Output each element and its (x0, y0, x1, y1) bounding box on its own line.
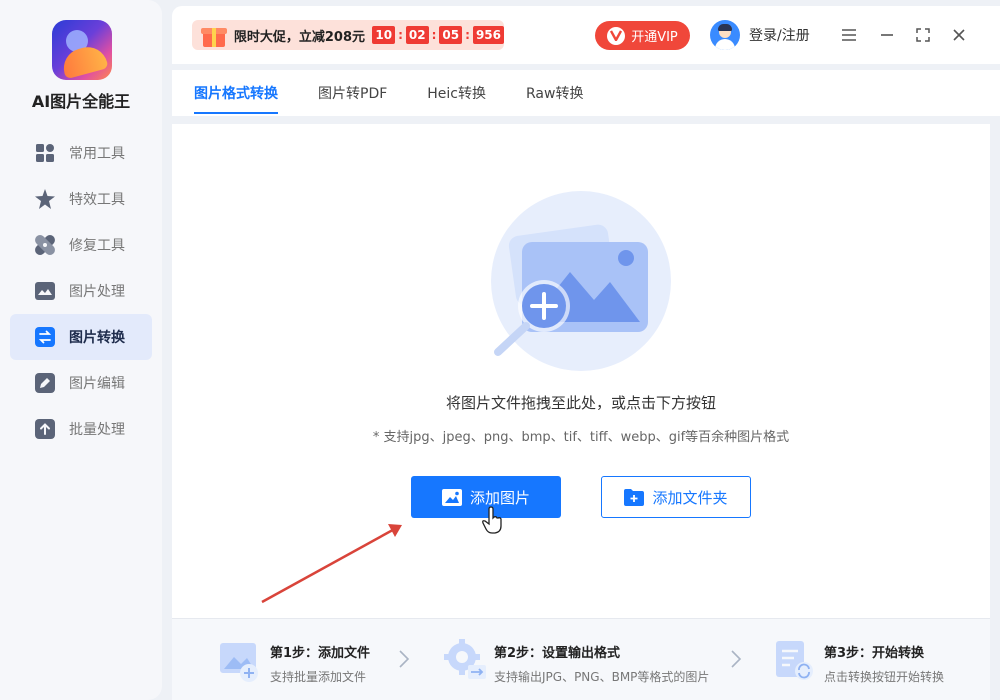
minimize-icon[interactable] (878, 26, 896, 44)
step-desc: 点击转换按钮开始转换 (824, 670, 945, 684)
step-desc: 支持输出JPG、PNG、BMP等格式的图片 (494, 670, 710, 684)
step-2: 第2步：设置输出格式 支持输出JPG、PNG、BMP等格式的图片 (442, 637, 709, 685)
tab-raw-convert[interactable]: Raw转换 (526, 70, 583, 116)
menu-icon[interactable] (840, 26, 858, 44)
gear-icon (444, 639, 486, 679)
tab-bar: 图片格式转换 图片转PDF Heic转换 Raw转换 (172, 70, 1000, 116)
supported-formats: * 支持jpg、jpeg、png、bmp、tif、tiff、webp、gif等百… (372, 430, 790, 445)
hand-cursor-icon (482, 506, 502, 534)
timer-minutes: 02 (405, 26, 429, 44)
top-bar: 限时大促，立减208元 10 : 02 : 05 : 956 开通VIP 登录/… (172, 6, 1000, 64)
drop-zone[interactable]: 将图片文件拖拽至此处，或点击下方按钮 * 支持jpg、jpeg、png、bmp、… (172, 124, 990, 618)
step-desc: 支持批量添加文件 (270, 670, 367, 684)
grid-icon (34, 142, 56, 164)
step-3: 第3步：开始转换 点击转换按钮开始转换 (772, 637, 944, 685)
chevron-right-icon (399, 650, 410, 668)
drop-instruction: 将图片文件拖拽至此处，或点击下方按钮 (445, 394, 716, 412)
step-title: 第3步：开始转换 (824, 646, 925, 661)
maximize-icon[interactable] (914, 26, 932, 44)
sidebar-item-image-processing[interactable]: 图片处理 (10, 268, 152, 314)
tab-format-convert[interactable]: 图片格式转换 (194, 70, 278, 116)
sidebar-item-label: 图片处理 (69, 284, 125, 300)
timer-hours: 10 (372, 26, 396, 44)
app-logo (52, 20, 112, 80)
add-image-label: 添加图片 (469, 488, 530, 507)
add-file-icon (220, 643, 258, 682)
sidebar-item-common-tools[interactable]: 常用工具 (10, 130, 152, 176)
convert-icon (34, 326, 56, 348)
sidebar-item-effect-tools[interactable]: 特效工具 (10, 176, 152, 222)
star-icon (34, 188, 56, 210)
bandage-icon (34, 234, 56, 256)
sidebar-nav: 常用工具 特效工具 修复工具 图片处理 图片转换 图片编辑 批量处理 (10, 130, 152, 452)
image-icon (441, 488, 462, 506)
vip-label: 开通VIP (631, 30, 678, 45)
step-1: 第1步：添加文件 支持批量添加文件 (218, 637, 370, 685)
tab-image-to-pdf[interactable]: 图片转PDF (318, 70, 387, 116)
promo-text: 限时大促，立减208元 (233, 29, 365, 45)
sidebar-item-image-convert[interactable]: 图片转换 (10, 314, 152, 360)
promo-banner[interactable]: 限时大促，立减208元 10 : 02 : 05 : 956 (192, 20, 504, 50)
vip-button[interactable]: 开通VIP (595, 21, 690, 50)
close-icon[interactable] (950, 26, 968, 44)
login-button[interactable]: 登录/注册 (710, 20, 810, 50)
sidebar: AI图片全能王 常用工具 特效工具 修复工具 图片处理 图片转换 图片编辑 批量… (0, 0, 162, 700)
sidebar-item-image-edit[interactable]: 图片编辑 (10, 360, 152, 406)
red-arrow-annotation (261, 524, 402, 604)
image-icon (34, 280, 56, 302)
add-folder-label: 添加文件夹 (652, 488, 728, 507)
gift-icon (200, 22, 227, 48)
edit-icon (34, 372, 56, 394)
upload-icon (34, 418, 56, 440)
timer-seconds: 05 (439, 26, 463, 44)
folder-add-icon (624, 488, 645, 506)
sidebar-item-repair-tools[interactable]: 修复工具 (10, 222, 152, 268)
countdown-timer: 10 : 02 : 05 : 956 (372, 26, 504, 44)
sidebar-item-label: 常用工具 (69, 146, 125, 162)
chevron-right-icon (731, 650, 742, 668)
app-name: AI图片全能王 (31, 92, 131, 111)
sidebar-item-label: 图片编辑 (69, 376, 125, 392)
steps-bar: 第1步：添加文件 支持批量添加文件 第2步：设置输出格式 支持输出JPG、PNG… (172, 618, 990, 700)
step-title: 第2步：设置输出格式 (494, 646, 621, 661)
timer-ms: 956 (472, 26, 504, 44)
sidebar-item-label: 图片转换 (69, 330, 125, 346)
step-title: 第1步：添加文件 (270, 646, 371, 661)
avatar (710, 20, 740, 50)
add-image-illustration (491, 191, 671, 371)
login-label: 登录/注册 (749, 28, 810, 44)
tab-heic-convert[interactable]: Heic转换 (427, 70, 486, 116)
convert-doc-icon (776, 641, 813, 680)
vip-heart-icon (607, 26, 626, 45)
sidebar-item-label: 修复工具 (69, 238, 125, 254)
sidebar-item-label: 批量处理 (69, 422, 125, 438)
sidebar-item-batch[interactable]: 批量处理 (10, 406, 152, 452)
sidebar-item-label: 特效工具 (69, 192, 125, 208)
add-folder-button[interactable]: 添加文件夹 (601, 476, 751, 518)
